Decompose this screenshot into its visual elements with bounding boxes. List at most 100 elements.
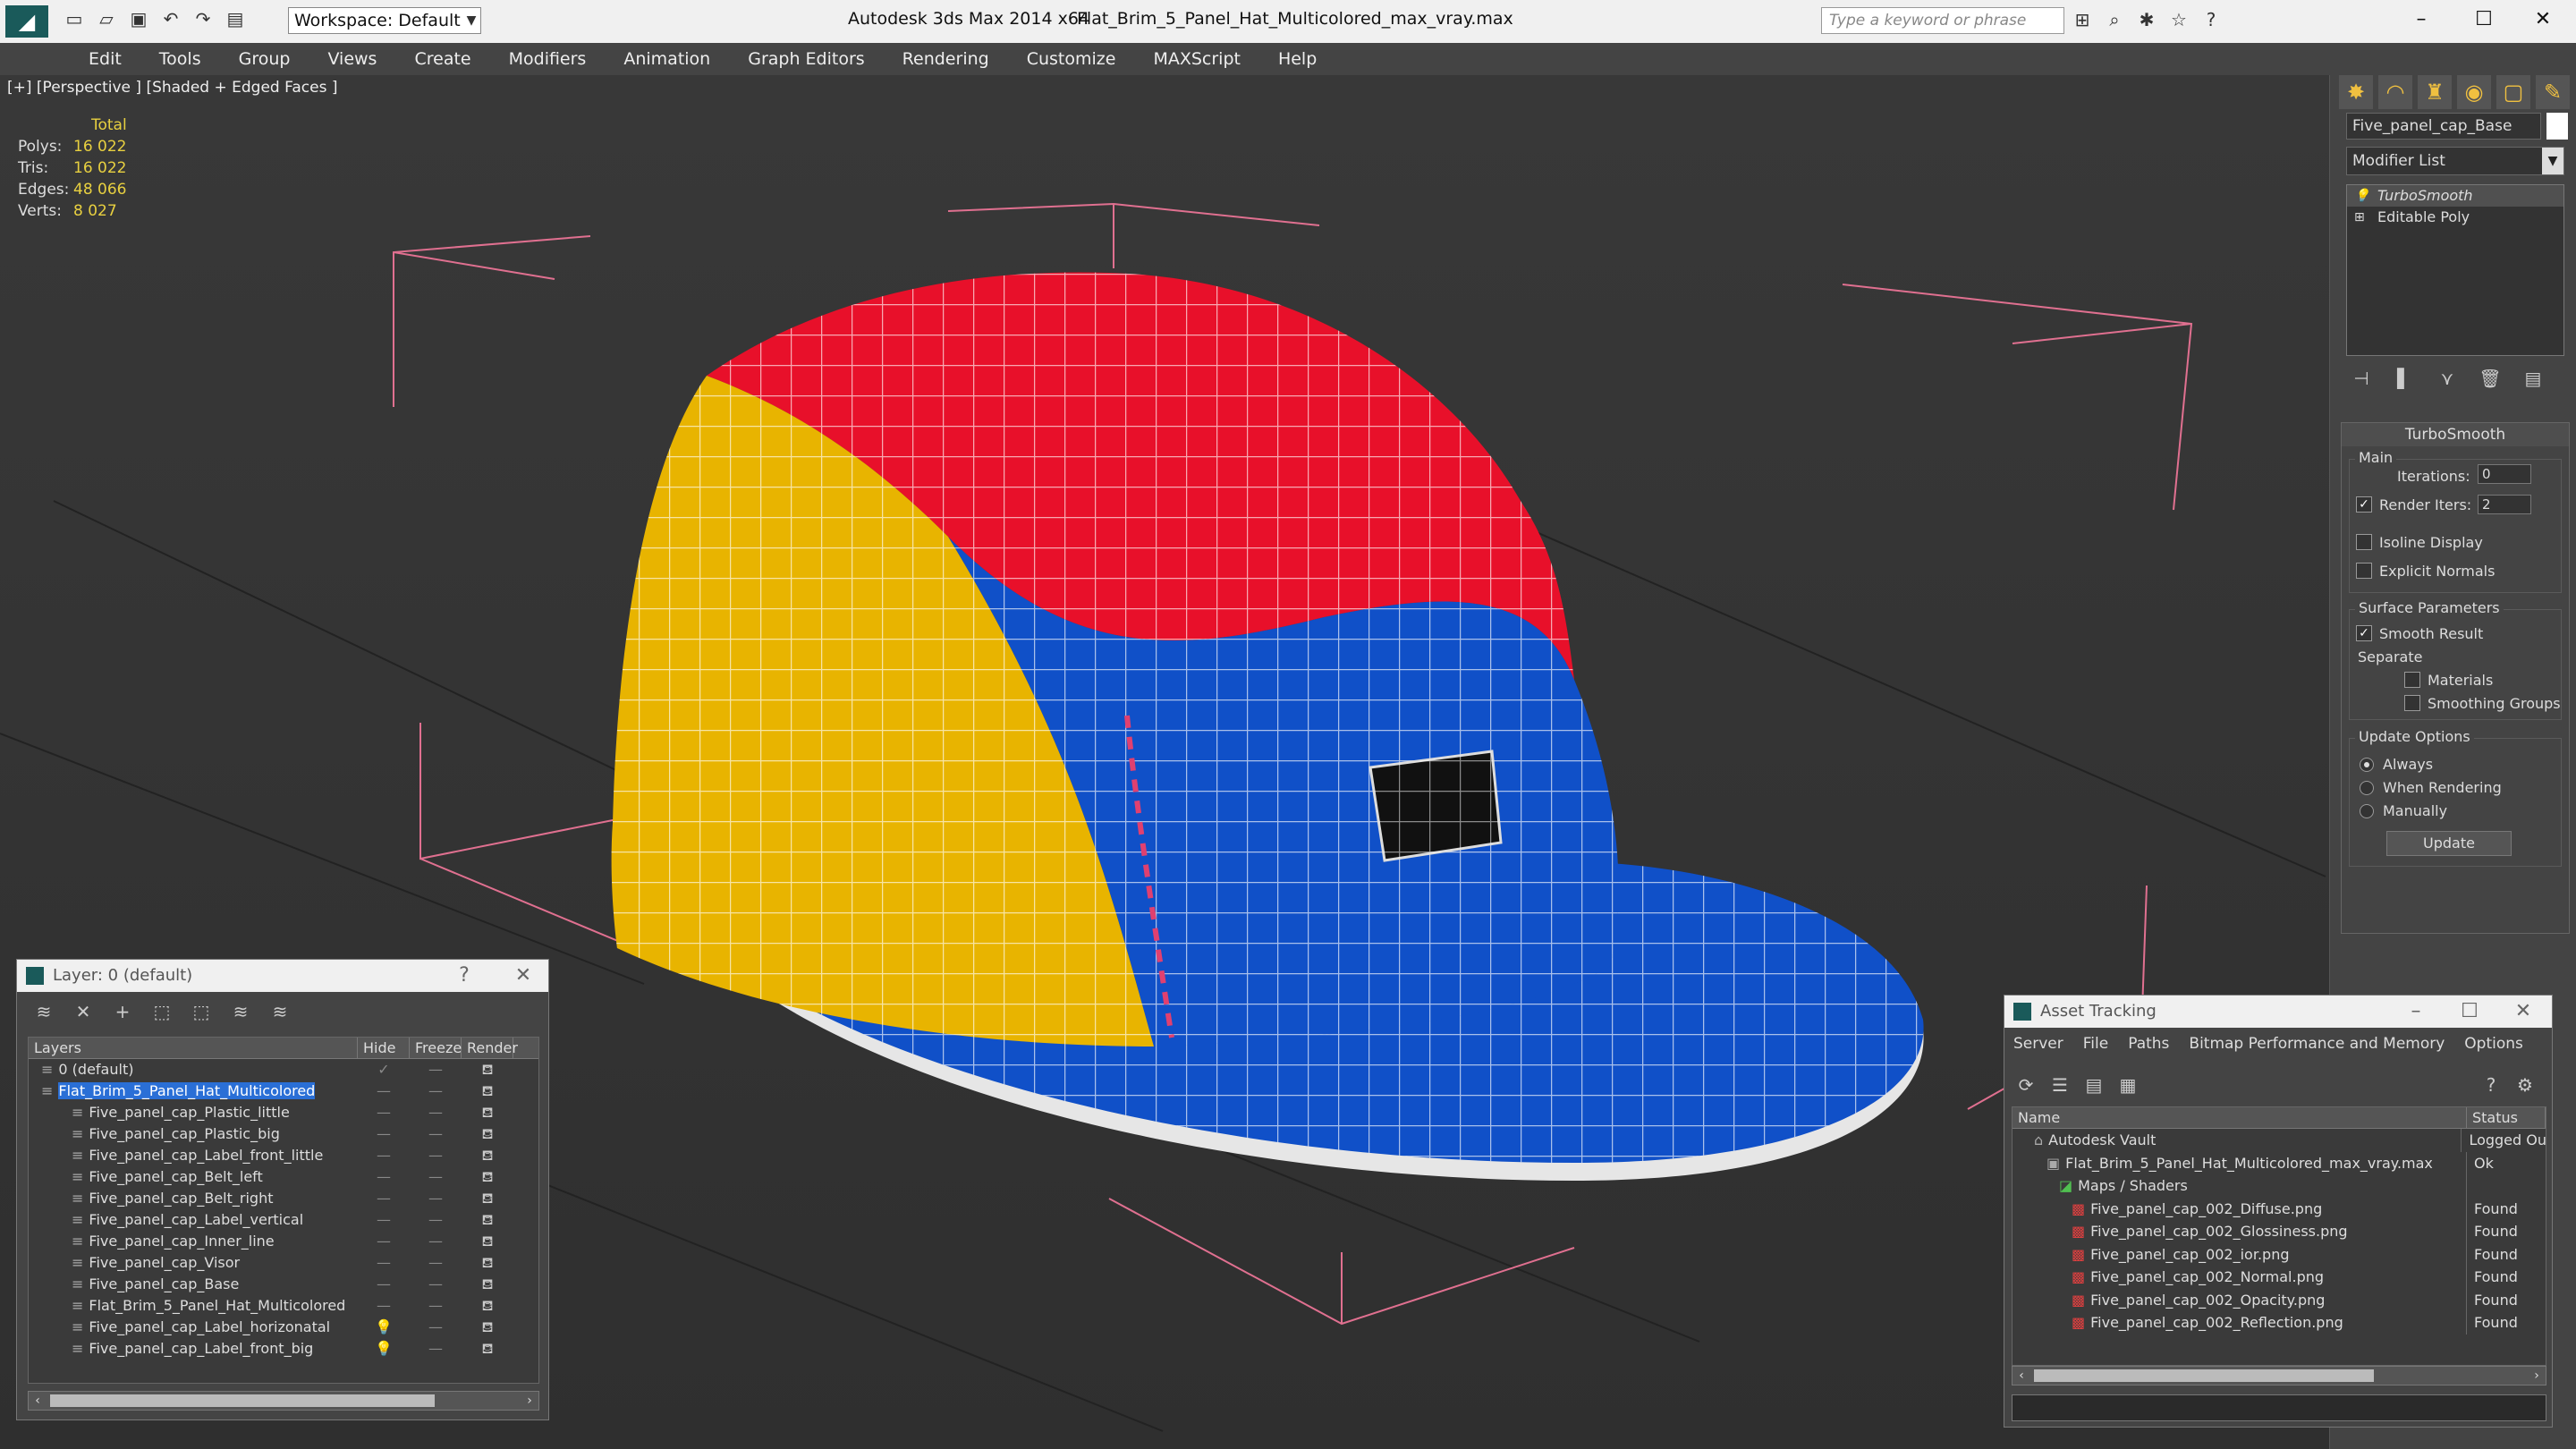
menu-group[interactable]: Group: [220, 43, 309, 75]
table-view-icon[interactable]: ▦: [2115, 1072, 2140, 1097]
freeze-all-icon[interactable]: ≋: [267, 999, 292, 1024]
layer-row[interactable]: ≡ Flat_Brim_5_Panel_Hat_Multicolored — — ⛾: [29, 1080, 538, 1102]
layer-name-cell[interactable]: ≡ Five_panel_cap_Label_front_little: [29, 1145, 358, 1166]
layer-horizontal-scrollbar[interactable]: ‹ ›: [28, 1391, 539, 1411]
smooth-result-checkbox[interactable]: ✓: [2356, 625, 2372, 641]
asset-row[interactable]: ◪ Maps / Shaders: [2012, 1174, 2546, 1198]
render-teapot-icon[interactable]: ⛾: [462, 1080, 513, 1102]
asset-name-cell[interactable]: ▩ Five_panel_cap_002_Reflection.png: [2012, 1311, 2467, 1335]
search-icon[interactable]: ⌕: [2102, 7, 2127, 32]
open-file-icon[interactable]: ▱: [95, 7, 118, 30]
layer-row[interactable]: ≡ Flat_Brim_5_Panel_Hat_Multicolored — — ⛾: [29, 1295, 538, 1317]
freeze-toggle[interactable]: —: [410, 1145, 462, 1166]
menu-help[interactable]: Help: [1259, 43, 1335, 75]
freeze-toggle[interactable]: —: [410, 1231, 462, 1252]
freeze-toggle[interactable]: —: [410, 1123, 462, 1145]
materials-checkbox[interactable]: [2404, 672, 2420, 688]
asset-row[interactable]: ▩ Five_panel_cap_002_Reflection.png Found: [2012, 1311, 2546, 1335]
menu-views[interactable]: Views: [309, 43, 395, 75]
asset-row[interactable]: ⌂ Autodesk Vault Logged Ou: [2012, 1129, 2546, 1152]
menu-edit[interactable]: Edit: [70, 43, 140, 75]
layer-row[interactable]: ≡ Five_panel_cap_Belt_right — — ⛾: [29, 1188, 538, 1209]
column-header-freeze[interactable]: Freeze: [410, 1038, 462, 1058]
help-icon[interactable]: ?: [2199, 7, 2224, 32]
menu-customize[interactable]: Customize: [1008, 43, 1135, 75]
layer-row[interactable]: ≡ Five_panel_cap_Plastic_big — — ⛾: [29, 1123, 538, 1145]
hide-toggle[interactable]: 💡: [358, 1317, 410, 1338]
layer-name-cell[interactable]: ≡ Five_panel_cap_Label_horizonatal: [29, 1317, 358, 1338]
isoline-display-checkbox[interactable]: [2356, 534, 2372, 550]
close-icon[interactable]: ✕: [505, 960, 541, 992]
hide-toggle[interactable]: 💡: [358, 1338, 410, 1360]
minimize-button[interactable]: –: [2388, 0, 2454, 39]
viewport-label[interactable]: [+] [Perspective ] [Shaded + Edged Faces…: [7, 79, 337, 97]
asset-menu-bitmap[interactable]: Bitmap Performance and Memory: [2189, 1035, 2445, 1053]
help-icon[interactable]: ?: [2479, 1072, 2504, 1097]
asset-horizontal-scrollbar[interactable]: ‹ ›: [2012, 1366, 2546, 1385]
smoothing-groups-checkbox[interactable]: [2404, 695, 2420, 711]
layer-row[interactable]: ≡ Five_panel_cap_Base — — ⛾: [29, 1274, 538, 1295]
freeze-toggle[interactable]: —: [410, 1059, 462, 1080]
asset-name-cell[interactable]: ▩ Five_panel_cap_002_Glossiness.png: [2012, 1220, 2467, 1243]
hide-toggle[interactable]: —: [358, 1145, 410, 1166]
hide-toggle[interactable]: —: [358, 1231, 410, 1252]
favorites-star-icon[interactable]: ☆: [2166, 7, 2191, 32]
layer-name-cell[interactable]: ≡ Five_panel_cap_Inner_line: [29, 1231, 358, 1252]
refresh-icon[interactable]: ⟳: [2013, 1072, 2038, 1097]
stack-item-turbosmooth[interactable]: 💡 TurboSmooth: [2347, 185, 2563, 207]
layer-name-cell[interactable]: ≡ Five_panel_cap_Label_vertical: [29, 1209, 358, 1231]
render-teapot-icon[interactable]: ⛾: [462, 1145, 513, 1166]
layer-name-cell[interactable]: ≡ Five_panel_cap_Plastic_little: [29, 1102, 358, 1123]
hide-toggle[interactable]: —: [358, 1209, 410, 1231]
update-when-rendering-radio[interactable]: [2360, 781, 2374, 795]
asset-row[interactable]: ▩ Five_panel_cap_002_Normal.png Found: [2012, 1266, 2546, 1289]
scroll-left-icon[interactable]: ‹: [29, 1392, 47, 1410]
render-iters-checkbox[interactable]: ✓: [2356, 496, 2372, 513]
render-teapot-icon[interactable]: ⛾: [462, 1295, 513, 1317]
asset-menu-paths[interactable]: Paths: [2128, 1035, 2169, 1053]
layer-row[interactable]: ≡ Five_panel_cap_Label_horizonatal 💡 — ⛾: [29, 1317, 538, 1338]
asset-row[interactable]: ▩ Five_panel_cap_002_Diffuse.png Found: [2012, 1197, 2546, 1220]
update-always-radio[interactable]: [2360, 758, 2374, 772]
layer-row[interactable]: ≡ Five_panel_cap_Visor — — ⛾: [29, 1252, 538, 1274]
asset-path-field[interactable]: [2012, 1394, 2546, 1421]
configure-sets-icon[interactable]: ▤: [2518, 363, 2548, 394]
update-manually-radio[interactable]: [2360, 804, 2374, 818]
stack-item-editable-poly[interactable]: ⊞ Editable Poly: [2347, 207, 2563, 228]
workspace-dropdown[interactable]: Workspace: Default: [288, 7, 481, 34]
show-end-result-icon[interactable]: ▌: [2389, 363, 2419, 394]
layer-name-cell[interactable]: ≡ Five_panel_cap_Plastic_big: [29, 1123, 358, 1145]
freeze-toggle[interactable]: —: [410, 1209, 462, 1231]
lightbulb-icon[interactable]: 💡: [2354, 185, 2369, 207]
app-logo-icon[interactable]: ◢: [5, 5, 48, 38]
modify-tab-icon[interactable]: ◠: [2378, 75, 2412, 109]
render-teapot-icon[interactable]: ⛾: [462, 1209, 513, 1231]
freeze-toggle[interactable]: —: [410, 1317, 462, 1338]
search-input[interactable]: Type a keyword or phrase: [1821, 7, 2064, 34]
render-teapot-icon[interactable]: ⛾: [462, 1317, 513, 1338]
render-teapot-icon[interactable]: ⛾: [462, 1123, 513, 1145]
column-header-name[interactable]: Name: [2012, 1107, 2467, 1128]
settings-icon[interactable]: ⚙: [2512, 1072, 2538, 1097]
hide-toggle[interactable]: —: [358, 1252, 410, 1274]
chevron-down-icon[interactable]: ▼: [462, 7, 481, 34]
scrollbar-thumb[interactable]: [2034, 1369, 2374, 1382]
add-layer-icon[interactable]: +: [110, 999, 135, 1024]
asset-name-cell[interactable]: ▩ Five_panel_cap_002_Diffuse.png: [2012, 1197, 2467, 1220]
layer-row[interactable]: ≡ Five_panel_cap_Plastic_little — — ⛾: [29, 1102, 538, 1123]
remove-modifier-icon[interactable]: 🗑: [2475, 363, 2505, 394]
maximize-icon[interactable]: ☐: [2452, 996, 2487, 1028]
minimize-icon[interactable]: –: [2398, 996, 2434, 1028]
asset-row[interactable]: ▣ Flat_Brim_5_Panel_Hat_Multicolored_max_…: [2012, 1151, 2546, 1174]
asset-name-cell[interactable]: ▩ Five_panel_cap_002_ior.png: [2012, 1242, 2467, 1266]
layer-name-cell[interactable]: ≡ Five_panel_cap_Label_front_big: [29, 1338, 358, 1360]
menu-tools[interactable]: Tools: [140, 43, 220, 75]
hide-toggle[interactable]: —: [358, 1102, 410, 1123]
freeze-toggle[interactable]: —: [410, 1102, 462, 1123]
motion-tab-icon[interactable]: ◉: [2457, 75, 2491, 109]
scroll-right-icon[interactable]: ›: [521, 1392, 538, 1410]
hide-toggle[interactable]: —: [358, 1166, 410, 1188]
freeze-toggle[interactable]: —: [410, 1252, 462, 1274]
freeze-toggle[interactable]: —: [410, 1274, 462, 1295]
hide-toggle[interactable]: —: [358, 1295, 410, 1317]
